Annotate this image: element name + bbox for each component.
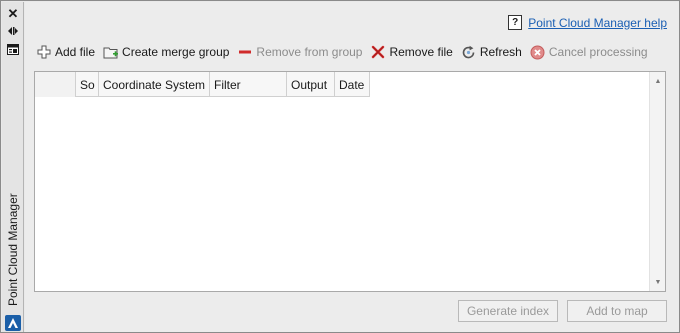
remove-file-button[interactable]: Remove file (370, 44, 453, 60)
palette-title: Point Cloud Manager (6, 193, 20, 306)
column-header-coordinate-system[interactable]: Coordinate System (99, 72, 210, 97)
column-header-date[interactable]: Date (335, 72, 370, 97)
remove-from-group-button[interactable]: Remove from group (237, 44, 362, 60)
cancel-icon (530, 44, 546, 60)
add-to-map-button[interactable]: Add to map (567, 300, 667, 322)
help-area: ? Point Cloud Manager help (508, 15, 667, 30)
column-header-filter[interactable]: Filter (210, 72, 287, 97)
remove-x-icon (370, 44, 386, 60)
generate-index-button[interactable]: Generate index (458, 300, 558, 322)
refresh-button[interactable]: Refresh (461, 44, 522, 60)
toolbar: Add file Create merge group Remove from … (36, 42, 656, 62)
grid-header: So Coordinate System Filter Output Date (35, 72, 370, 97)
auto-hide-icon[interactable] (5, 24, 21, 38)
column-header-select[interactable] (35, 72, 76, 97)
point-cloud-file-grid[interactable]: So Coordinate System Filter Output Date … (34, 71, 666, 292)
scroll-up-icon[interactable]: ▲ (650, 74, 666, 88)
column-header-output[interactable]: Output (287, 72, 335, 97)
scroll-down-icon[interactable]: ▼ (650, 275, 666, 289)
folder-add-icon (103, 44, 119, 60)
add-file-label: Add file (55, 45, 96, 59)
add-file-button[interactable]: Add file (36, 44, 95, 60)
remove-file-label: Remove file (389, 45, 453, 59)
minus-icon (237, 44, 253, 60)
cancel-processing-button[interactable]: Cancel processing (530, 44, 648, 60)
point-cloud-manager-window: ✕ Point Cloud Manager ? Point Cloud Mana… (0, 0, 680, 333)
refresh-label: Refresh (479, 45, 522, 59)
autodesk-logo-icon (5, 315, 21, 331)
properties-icon[interactable] (5, 42, 21, 56)
grid-vertical-scrollbar[interactable]: ▲ ▼ (649, 72, 665, 291)
remove-from-group-label: Remove from group (256, 45, 363, 59)
column-header-source[interactable]: So (76, 72, 99, 97)
point-cloud-manager-panel: ? Point Cloud Manager help Add file Crea… (25, 2, 679, 332)
create-merge-group-button[interactable]: Create merge group (103, 44, 229, 60)
refresh-icon (461, 44, 477, 60)
close-icon[interactable]: ✕ (5, 6, 21, 20)
palette-title-strip: ✕ Point Cloud Manager (2, 2, 24, 332)
cancel-processing-label: Cancel processing (548, 45, 648, 59)
help-icon[interactable]: ? (508, 15, 523, 30)
grid-body (35, 97, 650, 291)
help-link[interactable]: Point Cloud Manager help (528, 16, 667, 30)
create-merge-group-label: Create merge group (122, 45, 230, 59)
add-icon (36, 44, 52, 60)
